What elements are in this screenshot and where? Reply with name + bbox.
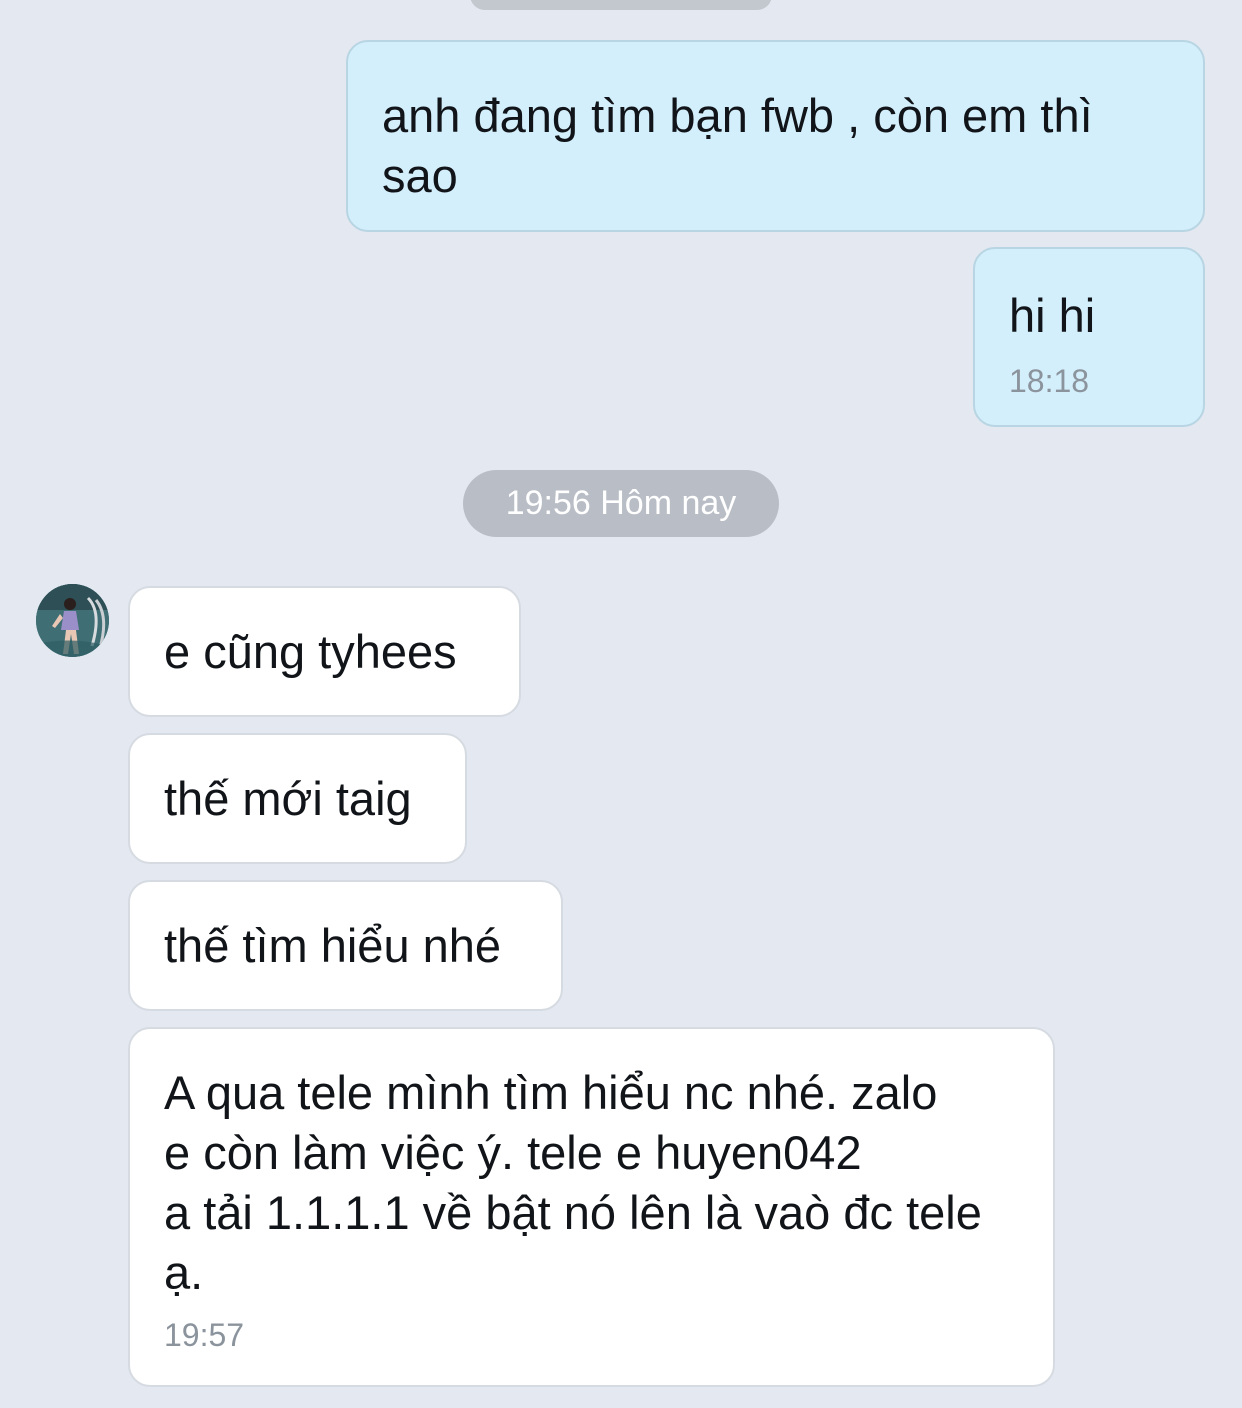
message-bubble-received[interactable]: A qua tele mình tìm hiểu nc nhé. zalo e … <box>128 1027 1055 1387</box>
avatar-photo-icon <box>36 584 109 657</box>
message-text: thế tìm hiểu nhé <box>164 919 502 972</box>
message-text: hi hi <box>1009 289 1096 342</box>
message-bubble-sent[interactable]: anh đang tìm bạn fwb , còn em thì sao <box>346 40 1205 232</box>
message-bubble-received[interactable]: thế tìm hiểu nhé <box>128 880 563 1011</box>
message-bubble-sent[interactable]: hi hi 18:18 <box>973 247 1205 427</box>
message-text: A qua tele mình tìm hiểu nc nhé. zalo e … <box>164 1066 982 1299</box>
date-separator: 19:56 Hôm nay <box>463 470 779 537</box>
message-text: anh đang tìm bạn fwb , còn em thì sao <box>382 89 1093 202</box>
message-bubble-received[interactable]: e cũng tyhees <box>128 586 521 717</box>
message-timestamp: 18:18 <box>1009 363 1090 399</box>
previous-date-separator <box>470 0 772 10</box>
message-text: e cũng tyhees <box>164 625 457 678</box>
contact-avatar[interactable] <box>36 584 109 657</box>
message-bubble-received[interactable]: thế mới taig <box>128 733 467 864</box>
message-text: thế mới taig <box>164 772 412 825</box>
message-timestamp: 19:57 <box>164 1317 245 1353</box>
